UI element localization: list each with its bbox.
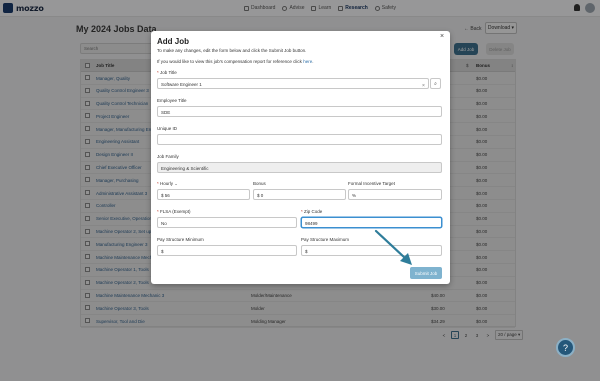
job-family-input: Engineering & Scientific [157,162,442,173]
flsa-label-text: FLSA (Exempt) [160,209,191,214]
zip-label: * Zip Code [301,209,322,214]
compensation-note-end: . [312,59,314,64]
chevron-down-icon: ⌄ [174,181,178,186]
hourly-rate-input[interactable]: $ 56 [157,189,250,200]
unique-id-input[interactable] [157,134,442,145]
pay-max-label: Pay Structure Maximum [301,237,350,242]
modal-intro: To make any changes, edit the form below… [157,48,307,53]
pay-type-label: Hourly [160,181,174,186]
unique-id-label: Unique ID [157,126,178,131]
employee-title-label: Employee Title [157,98,187,103]
pay-min-input[interactable]: $ [157,245,297,256]
pay-min-label: Pay Structure Minimum [157,237,204,242]
submit-job-button[interactable]: Submit Job [410,267,442,279]
bonus-label: Bonus [253,181,266,186]
job-family-label: Job Family [157,154,179,159]
zip-code-input[interactable]: 98499 [301,217,442,228]
required-mark: * [157,209,159,214]
job-title-search-button[interactable]: ⌕ [430,78,441,89]
job-title-input[interactable]: Software Engineer 1 [157,78,429,89]
pay-max-input[interactable]: $ [301,245,442,256]
formal-incentive-input[interactable]: % [348,189,442,200]
job-title-label: * Job Title [157,70,177,75]
pay-type-select[interactable]: * Hourly ⌄ [157,181,178,186]
close-icon[interactable]: × [440,33,444,40]
required-mark: * [157,181,159,186]
required-mark: * [157,70,159,75]
modal-title: Add Job [157,37,189,46]
help-button[interactable]: ? [556,338,575,357]
zip-label-text: Zip Code [304,209,323,214]
required-mark: * [301,209,303,214]
formal-incentive-label: Formal Incentive Target [348,181,395,186]
add-job-modal: Add Job × To make any changes, edit the … [151,31,450,284]
employee-title-input[interactable]: SDE [157,106,442,117]
bonus-input[interactable]: $ 0 [253,189,346,200]
compensation-note: If you would like to view this job's com… [157,59,313,64]
job-title-label-text: Job Title [160,70,177,75]
flsa-label: * FLSA (Exempt) [157,209,191,214]
clear-icon[interactable]: × [422,83,425,89]
search-icon: ⌕ [434,80,437,87]
flsa-select[interactable]: No [157,217,297,228]
compensation-link[interactable]: here [303,59,312,64]
compensation-note-text: If you would like to view this job's com… [157,59,304,64]
help-icon: ? [562,342,568,353]
